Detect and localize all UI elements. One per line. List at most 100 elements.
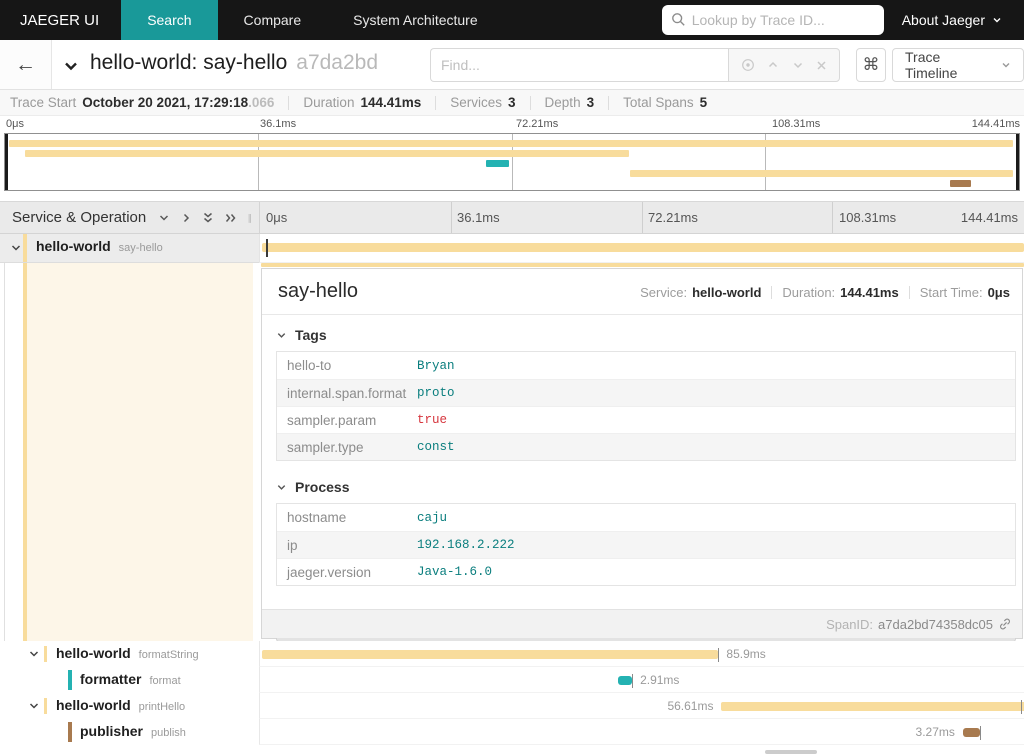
timeline-header: Service & Operation ∥ 0μs 36.1ms 72.21ms…: [0, 201, 1024, 234]
trace-start-ms: .066: [248, 95, 275, 110]
span-duration-bar[interactable]: [262, 650, 719, 659]
span-row-label-cell[interactable]: formatter format: [0, 667, 259, 693]
collapse-children-chevron-icon[interactable]: [10, 242, 22, 254]
service-name: publisher: [80, 723, 144, 739]
service-color-accent: [44, 698, 47, 714]
duration-label: Duration: [303, 95, 355, 110]
span-name: hello-world say-hello: [36, 238, 163, 256]
app-logo[interactable]: JAEGER UI: [0, 12, 121, 29]
span-end-marker: [632, 674, 634, 688]
tick-label: 36.1ms: [457, 210, 500, 225]
minimap-span-bar: [25, 150, 629, 157]
deep-link-icon[interactable]: [998, 617, 1012, 631]
span-bar-cell[interactable]: [259, 234, 1024, 263]
clear-find-icon[interactable]: [816, 60, 827, 71]
span-bar-cell[interactable]: 2.91ms: [259, 667, 1024, 693]
expand-all-double-chevron-down-icon[interactable]: [202, 211, 214, 225]
operation-name: publish: [151, 727, 186, 739]
trace-start-label: Trace Start: [10, 95, 77, 110]
service-name: hello-world: [56, 645, 131, 661]
span-name: publisher publish: [80, 723, 186, 741]
collapse-all-double-chevron-right-icon[interactable]: [224, 212, 238, 224]
keyboard-shortcuts-button[interactable]: ⌘: [856, 48, 886, 82]
span-duration-bar[interactable]: [721, 702, 1024, 711]
next-match-icon[interactable]: [792, 59, 804, 71]
process-section-toggle[interactable]: Process: [276, 479, 1008, 495]
tick-label: 72.21ms: [516, 118, 559, 130]
process-value: 192.168.2.222: [417, 538, 515, 552]
tick-label: 36.1ms: [260, 118, 297, 130]
span-duration-label: 56.61ms: [667, 699, 714, 713]
span-duration-bar[interactable]: [262, 243, 1024, 252]
total-spans-value: 5: [699, 95, 708, 110]
column-resizer-handle[interactable]: ∥: [248, 213, 254, 224]
process-key: hostname: [287, 510, 347, 525]
prev-match-icon[interactable]: [767, 59, 779, 71]
span-duration-bar-top: [261, 263, 1024, 267]
process-value: Java-1.6.0: [417, 565, 493, 579]
span-name: hello-world formatString: [56, 645, 199, 663]
minimap-left-handle[interactable]: [5, 134, 8, 190]
divider: [908, 286, 910, 299]
nav-tab-system-architecture[interactable]: System Architecture: [327, 0, 504, 40]
trace-id-lookup-input[interactable]: [661, 5, 884, 35]
minimap-span-bar: [629, 170, 1013, 177]
tag-key: hello-to: [287, 358, 332, 373]
minimap-ticks: 0μs 36.1ms 72.21ms 108.31ms 144.41ms: [0, 116, 1024, 132]
scrollbar-thumb[interactable]: [765, 750, 817, 754]
span-duration-label: 3.27ms: [915, 725, 955, 739]
collapse-trace-chevron-icon[interactable]: [62, 57, 80, 75]
span-row-label-cell[interactable]: hello-world formatString: [0, 641, 259, 667]
process-key: jaeger.version: [287, 564, 372, 580]
detail-card-footer: SpanID: a7da2bd74358dc05: [262, 609, 1022, 638]
collapse-all-chevron-icon[interactable]: [158, 212, 170, 224]
services-value: 3: [508, 95, 516, 110]
tree-guide-line: [4, 263, 5, 641]
about-jaeger-menu[interactable]: About Jaeger: [902, 12, 1002, 28]
detail-service-label: Service:: [640, 285, 688, 300]
total-spans-label: Total Spans: [623, 95, 694, 110]
trace-start-value: October 20 2021, 17:29:18: [82, 95, 249, 110]
collapse-children-chevron-icon[interactable]: [28, 648, 40, 660]
tag-row: hello-to Bryan: [277, 352, 1015, 379]
nav-tab-compare[interactable]: Compare: [218, 0, 328, 40]
focus-match-icon[interactable]: [741, 58, 755, 72]
expand-one-chevron-right-icon[interactable]: [180, 212, 192, 224]
span-duration-bar[interactable]: [617, 676, 633, 685]
tick-label: 144.41ms: [971, 118, 1020, 130]
tag-value: proto: [417, 386, 455, 400]
span-bar-cell[interactable]: 3.27ms: [259, 719, 1024, 745]
chevron-down-icon: [992, 15, 1002, 25]
span-bar-cell[interactable]: 85.9ms: [259, 641, 1024, 667]
detail-duration-label: Duration:: [782, 285, 836, 300]
span-row-label-cell[interactable]: hello-world say-hello: [0, 234, 259, 263]
minimap-right-handle[interactable]: [1016, 134, 1019, 190]
trace-services: Services 3: [450, 95, 515, 110]
span-start-marker: [266, 239, 268, 257]
nav-tab-search[interactable]: Search: [121, 0, 218, 40]
span-duration-bar[interactable]: [962, 728, 980, 737]
span-detail-row: say-hello Service: hello-world Duration:…: [0, 263, 1024, 642]
span-row-label-cell[interactable]: publisher publish: [0, 719, 259, 745]
trace-view-dropdown[interactable]: Trace Timeline: [892, 48, 1024, 82]
tick-label: 108.31ms: [839, 210, 897, 225]
detail-start-value: 0μs: [987, 285, 1010, 300]
back-button[interactable]: ←: [0, 40, 52, 89]
find-input[interactable]: [430, 48, 728, 82]
minimap-span-bar: [485, 160, 509, 167]
find-tools: [728, 48, 840, 82]
minimap-canvas[interactable]: [4, 133, 1020, 191]
service-name: formatter: [80, 671, 142, 687]
span-row-label-cell[interactable]: hello-world printHello: [0, 693, 259, 719]
search-icon: [671, 12, 686, 27]
span-name: hello-world printHello: [56, 697, 185, 715]
collapse-children-chevron-icon[interactable]: [28, 700, 40, 712]
process-value: caju: [417, 510, 448, 525]
tag-value: const: [417, 440, 455, 454]
span-rows: hello-world formatString 85.9ms formatter…: [0, 641, 1024, 745]
process-row: hostname caju: [277, 504, 1015, 531]
nav-right-cluster: About Jaeger: [661, 5, 1024, 35]
tags-section-toggle[interactable]: Tags: [276, 327, 1008, 343]
span-bar-cell[interactable]: 56.61ms: [259, 693, 1024, 719]
trace-view-label: Trace Timeline: [905, 49, 958, 81]
